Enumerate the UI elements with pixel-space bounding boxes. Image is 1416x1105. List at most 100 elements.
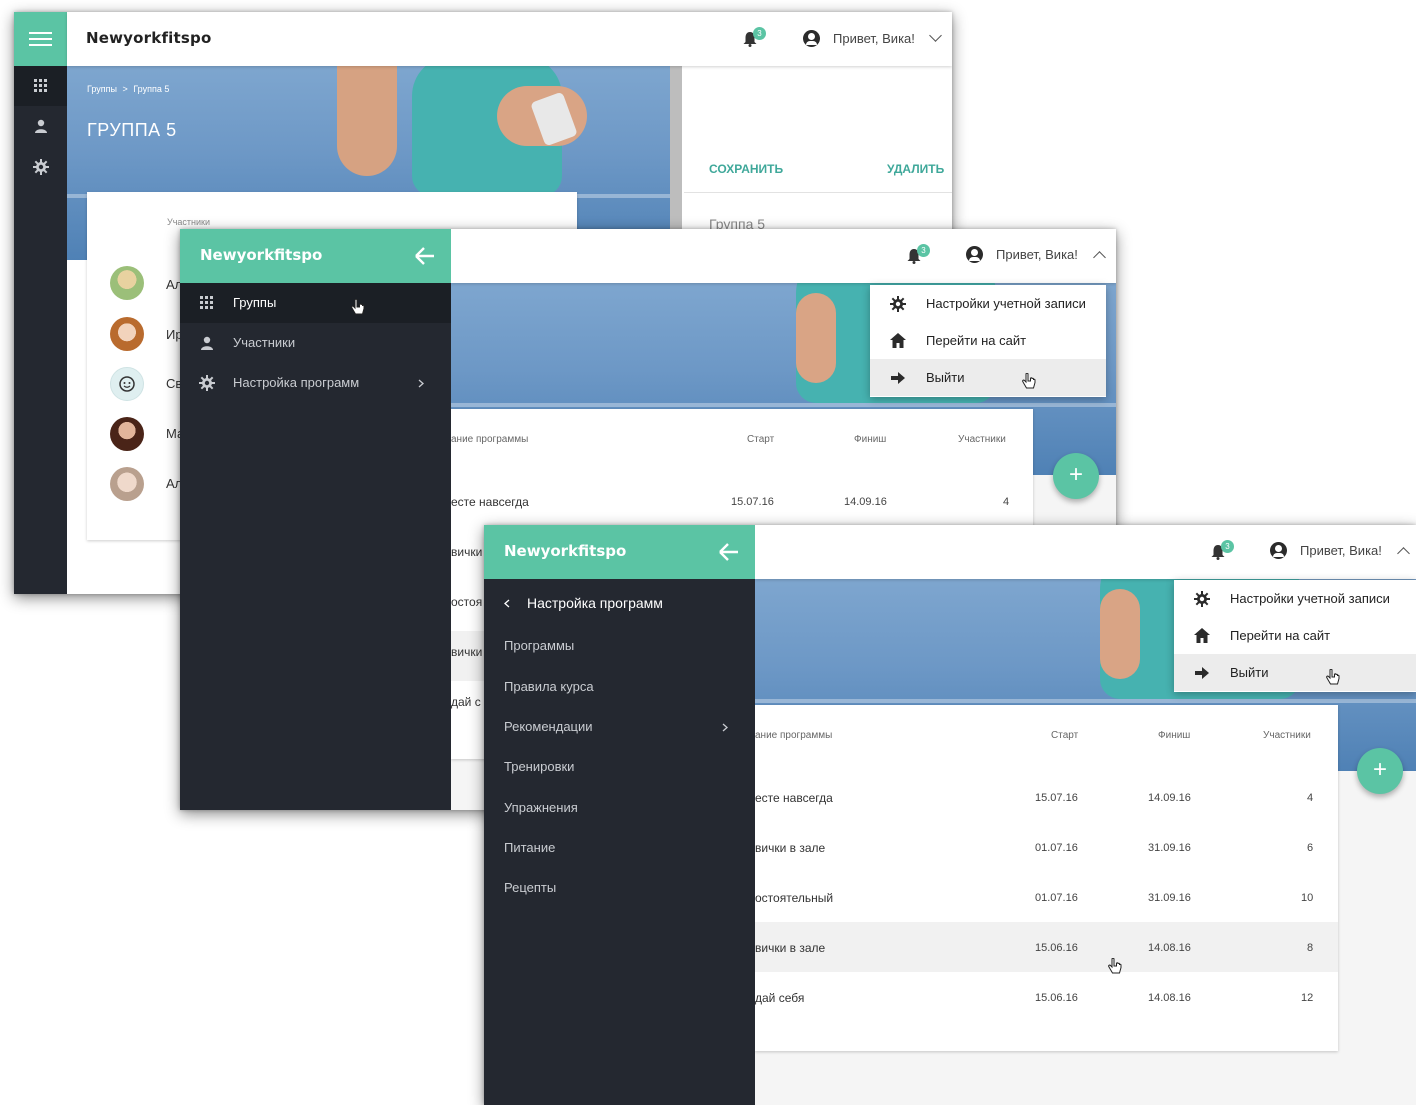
logout-icon bbox=[1195, 667, 1209, 679]
avatar bbox=[110, 317, 144, 351]
row-name: вички в зале bbox=[755, 841, 826, 855]
row-members: 10 bbox=[1301, 892, 1314, 904]
nav-drawer: Newyorkfitspo Настройка программ Програм… bbox=[484, 525, 755, 1105]
row-start: 15.07.16 bbox=[731, 496, 774, 508]
home-icon bbox=[1194, 628, 1210, 643]
menu-go-to-site[interactable]: Перейти на сайт bbox=[1174, 617, 1416, 654]
account-dropdown: Настройки учетной записи Перейти на сайт… bbox=[1174, 580, 1416, 692]
row-name: вички в зале bbox=[755, 941, 826, 955]
row-members: 12 bbox=[1301, 992, 1314, 1004]
nav-item-groups[interactable]: Группы bbox=[180, 283, 451, 323]
col-header-start[interactable]: Старт bbox=[747, 434, 774, 445]
grid-icon bbox=[200, 296, 213, 309]
col-header-name[interactable]: ание программы bbox=[451, 434, 528, 445]
hand-cursor-icon bbox=[1022, 373, 1036, 389]
row-name[interactable]: дай с bbox=[451, 695, 481, 709]
submenu-item-programs[interactable]: Программы bbox=[504, 638, 574, 653]
chevron-up-icon[interactable] bbox=[1093, 251, 1106, 264]
row-finish: 14.09.16 bbox=[1148, 792, 1191, 804]
greeting[interactable]: Привет, Вика! bbox=[833, 31, 915, 46]
row-start: 01.07.16 bbox=[1035, 842, 1078, 854]
table-row[interactable]: остоятельный 01.07.16 31.09.16 10 bbox=[755, 875, 1338, 925]
submenu-item-course-rules[interactable]: Правила курса bbox=[504, 679, 594, 694]
greeting[interactable]: Привет, Вика! bbox=[1300, 543, 1382, 558]
menu-button[interactable] bbox=[14, 12, 67, 66]
avatar bbox=[110, 266, 144, 300]
submenu-back[interactable]: Настройка программ bbox=[484, 579, 755, 629]
chevron-left-icon bbox=[504, 599, 510, 608]
menu-logout[interactable]: Выйти bbox=[1174, 654, 1416, 691]
col-header-members[interactable]: Участники bbox=[958, 434, 1006, 445]
chevron-right-icon bbox=[418, 379, 424, 388]
greeting[interactable]: Привет, Вика! bbox=[996, 247, 1078, 262]
icon-rail bbox=[14, 12, 67, 594]
col-header-name[interactable]: ание программы bbox=[755, 730, 832, 741]
account-icon[interactable] bbox=[1270, 542, 1287, 559]
menu-account-settings[interactable]: Настройки учетной записи bbox=[870, 285, 1106, 322]
submenu-item-recommendations[interactable]: Рекомендации bbox=[504, 719, 593, 734]
table-row[interactable]: есте навсегда 15.07.16 14.09.16 4 bbox=[755, 775, 1338, 825]
home-icon bbox=[890, 333, 906, 348]
add-button[interactable]: + bbox=[1053, 453, 1099, 499]
arrow-left-icon[interactable] bbox=[414, 246, 436, 266]
nav-item-members[interactable]: Участники bbox=[180, 323, 451, 363]
gear-icon bbox=[890, 296, 906, 312]
drawer-brand: Newyorkfitspo bbox=[200, 246, 323, 264]
submenu-item-recipes[interactable]: Рецепты bbox=[504, 880, 556, 895]
row-name[interactable]: остоя bbox=[451, 595, 482, 609]
gear-icon bbox=[199, 375, 215, 391]
col-header-members[interactable]: Участники bbox=[1263, 730, 1311, 741]
table-row[interactable]: вички в зале 15.06.16 14.08.16 8 bbox=[755, 925, 1338, 975]
account-icon[interactable] bbox=[966, 246, 983, 263]
account-dropdown: Настройки учетной записи Перейти на сайт… bbox=[870, 285, 1106, 397]
avatar bbox=[110, 467, 144, 501]
row-name: есте навсегда bbox=[755, 791, 833, 805]
breadcrumb-groups[interactable]: Группы bbox=[87, 84, 117, 94]
row-finish: 14.08.16 bbox=[1148, 992, 1191, 1004]
notification-badge: 3 bbox=[1221, 540, 1234, 553]
submenu-item-exercises[interactable]: Упражнения bbox=[504, 800, 578, 815]
row-finish: 14.09.16 bbox=[844, 496, 887, 508]
submenu-item-workouts[interactable]: Тренировки bbox=[504, 759, 574, 774]
breadcrumb: Группы > Группа 5 bbox=[87, 84, 170, 94]
chevron-down-icon[interactable] bbox=[929, 29, 942, 42]
brand-title: Newyorkfitspo bbox=[86, 29, 212, 47]
table-row[interactable]: дай себя 15.06.16 14.08.16 12 bbox=[755, 975, 1338, 1025]
row-members: 8 bbox=[1307, 942, 1314, 954]
add-button[interactable]: + bbox=[1357, 748, 1403, 794]
hand-cursor-icon bbox=[1326, 669, 1340, 685]
breadcrumb-current: Группа 5 bbox=[133, 84, 170, 94]
gear-icon[interactable] bbox=[33, 159, 49, 175]
row-name[interactable]: вички bbox=[451, 545, 482, 559]
row-name[interactable]: вички bbox=[451, 645, 482, 659]
col-header-finish[interactable]: Финиш bbox=[854, 434, 886, 445]
logout-icon bbox=[891, 372, 905, 384]
arrow-left-icon[interactable] bbox=[718, 542, 740, 562]
delete-button[interactable]: УДАЛИТЬ bbox=[887, 162, 944, 176]
person-icon bbox=[201, 336, 213, 350]
row-name: остоятельный bbox=[755, 891, 834, 905]
col-header-finish[interactable]: Финиш bbox=[1158, 730, 1190, 741]
row-name: дай себя bbox=[755, 991, 805, 1005]
menu-go-to-site[interactable]: Перейти на сайт bbox=[870, 322, 1106, 359]
table-row[interactable]: вички в зале 01.07.16 31.09.16 6 bbox=[755, 825, 1338, 875]
chevron-up-icon[interactable] bbox=[1397, 547, 1410, 560]
col-header-start[interactable]: Старт bbox=[1051, 730, 1078, 741]
page-title: ГРУППА 5 bbox=[87, 120, 177, 140]
menu-logout[interactable]: Выйти bbox=[870, 359, 1106, 396]
menu-account-settings[interactable]: Настройки учетной записи bbox=[1174, 580, 1416, 617]
row-finish: 14.08.16 bbox=[1148, 942, 1191, 954]
save-button[interactable]: СОХРАНИТЬ bbox=[709, 162, 783, 176]
nav-drawer: Newyorkfitspo Группы Участники Настройка… bbox=[180, 229, 451, 810]
submenu-item-nutrition[interactable]: Питание bbox=[504, 840, 555, 855]
account-icon[interactable] bbox=[803, 30, 820, 47]
members-label: Участники bbox=[167, 217, 210, 227]
row-name[interactable]: есте навсегда bbox=[451, 495, 529, 509]
person-icon[interactable] bbox=[34, 119, 48, 133]
row-finish: 31.09.16 bbox=[1148, 892, 1191, 904]
programs-table: ание программы Старт Финиш Участники ест… bbox=[755, 705, 1338, 1051]
grid-icon[interactable] bbox=[34, 79, 48, 93]
submenu-title: Настройка программ bbox=[527, 595, 663, 611]
nav-item-program-settings[interactable]: Настройка программ bbox=[180, 363, 451, 403]
chevron-right-icon bbox=[722, 723, 728, 732]
